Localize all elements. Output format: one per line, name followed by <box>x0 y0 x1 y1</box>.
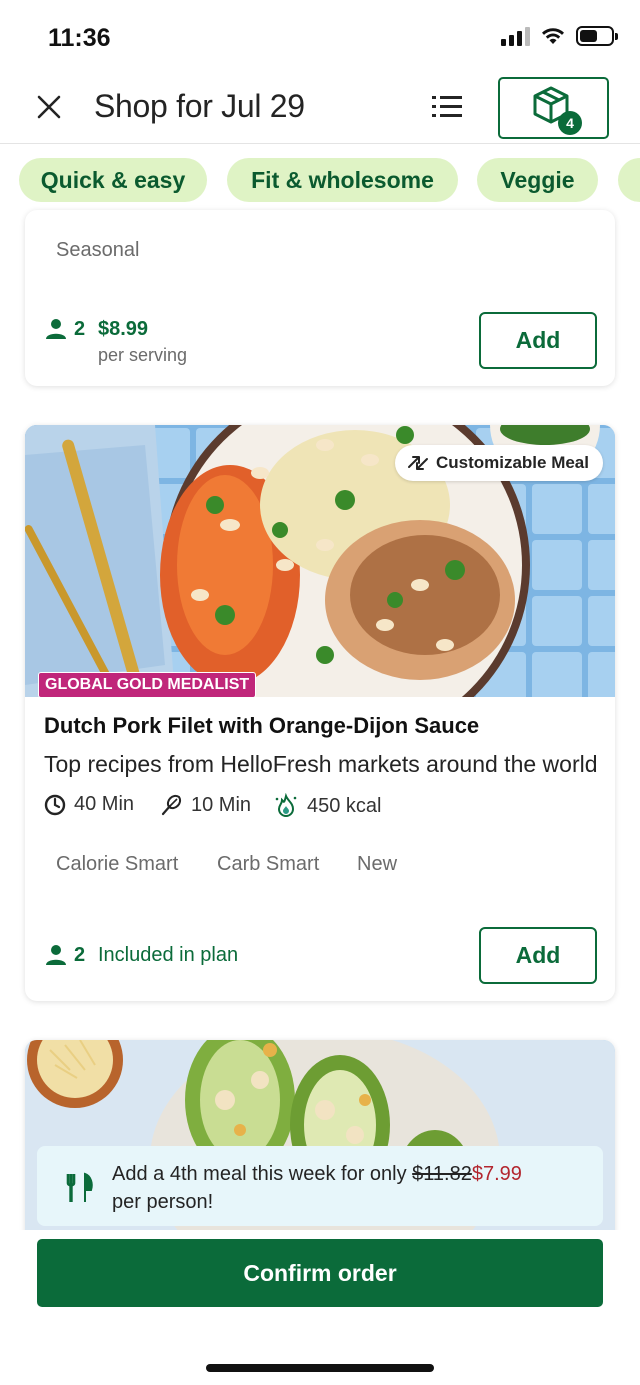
filter-chips: Quick & easy Fit & wholesome Veggie <box>0 158 640 204</box>
add-button[interactable]: Add <box>479 312 597 369</box>
recipe-tag: Calorie Smart <box>56 853 179 875</box>
status-time: 11:36 <box>48 24 111 52</box>
included-in-plan: Included in plan <box>98 944 239 966</box>
upsell-text-before: Add a 4th meal this week for only <box>112 1163 407 1185</box>
flame-icon <box>275 793 297 817</box>
price: $8.99 <box>98 318 149 340</box>
wifi-icon <box>542 28 564 44</box>
list-icon <box>432 96 462 117</box>
cutlery-icon <box>66 1172 93 1202</box>
chip-fit-wholesome[interactable]: Fit & wholesome <box>227 158 458 202</box>
servings-count: 2 <box>74 944 86 966</box>
whisk-icon <box>161 795 181 816</box>
recipe-card-main[interactable]: Customizable Meal GLOBAL GOLD MEDALIST D… <box>25 425 615 1001</box>
cellular-signal-icon <box>501 26 530 46</box>
box-count-badge: 4 <box>558 111 582 135</box>
total-time-value: 40 Min <box>74 793 135 815</box>
person-icon <box>46 945 66 965</box>
upsell-old-price: $11.82 <box>412 1163 472 1185</box>
award-badge: GLOBAL GOLD MEDALIST <box>38 672 257 698</box>
chip-veggie[interactable]: Veggie <box>477 158 598 202</box>
header: Shop for Jul 29 4 <box>0 72 640 144</box>
recipe-card-top[interactable]: Seasonal 2 $8.99 per serving Add <box>25 210 615 386</box>
prep-time-value: 10 Min <box>191 793 252 816</box>
upsell-text: Add a 4th meal this week for only $11.82… <box>112 1160 582 1216</box>
recipe-tag: Seasonal <box>56 239 140 261</box>
calories: 450 kcal <box>273 793 382 819</box>
home-indicator <box>206 1364 434 1372</box>
prep-time: 10 Min <box>159 793 251 817</box>
recipe-image: Customizable Meal <box>25 425 615 697</box>
upsell-new-price: $7.99 <box>471 1163 522 1185</box>
upsell-text-after: per person! <box>112 1191 214 1213</box>
recipe-subtitle: Top recipes from HelloFresh markets arou… <box>44 751 598 777</box>
swap-icon <box>407 456 428 470</box>
clock-icon <box>44 794 66 815</box>
close-icon <box>37 95 61 119</box>
box-button[interactable]: 4 <box>498 77 609 139</box>
battery-icon <box>576 26 618 46</box>
recipe-title[interactable]: Dutch Pork Filet with Orange-Dijon Sauce <box>44 713 479 739</box>
price-unit: per serving <box>98 345 188 365</box>
servings-count: 2 <box>74 318 86 340</box>
confirm-order-button[interactable]: Confirm order <box>37 1239 603 1307</box>
add-button[interactable]: Add <box>479 927 597 984</box>
recipe-tag: Carb Smart <box>217 853 320 875</box>
chip-quick-easy[interactable]: Quick & easy <box>19 158 207 202</box>
status-bar: 11:36 <box>0 0 640 72</box>
customizable-meal-badge: Customizable Meal <box>394 445 603 481</box>
recipe-tag: New <box>357 853 398 875</box>
list-view-button[interactable] <box>430 92 470 124</box>
person-icon <box>46 319 66 339</box>
page-title: Shop for Jul 29 <box>94 88 305 124</box>
customizable-meal-label: Customizable Meal <box>435 453 589 472</box>
total-time: 40 Min <box>44 793 134 816</box>
calories-value: 450 kcal <box>307 794 382 817</box>
close-button[interactable] <box>32 90 66 124</box>
chip-more[interactable] <box>618 158 640 202</box>
upsell-banner[interactable]: Add a 4th meal this week for only $11.82… <box>37 1146 603 1226</box>
status-icons <box>501 26 618 46</box>
